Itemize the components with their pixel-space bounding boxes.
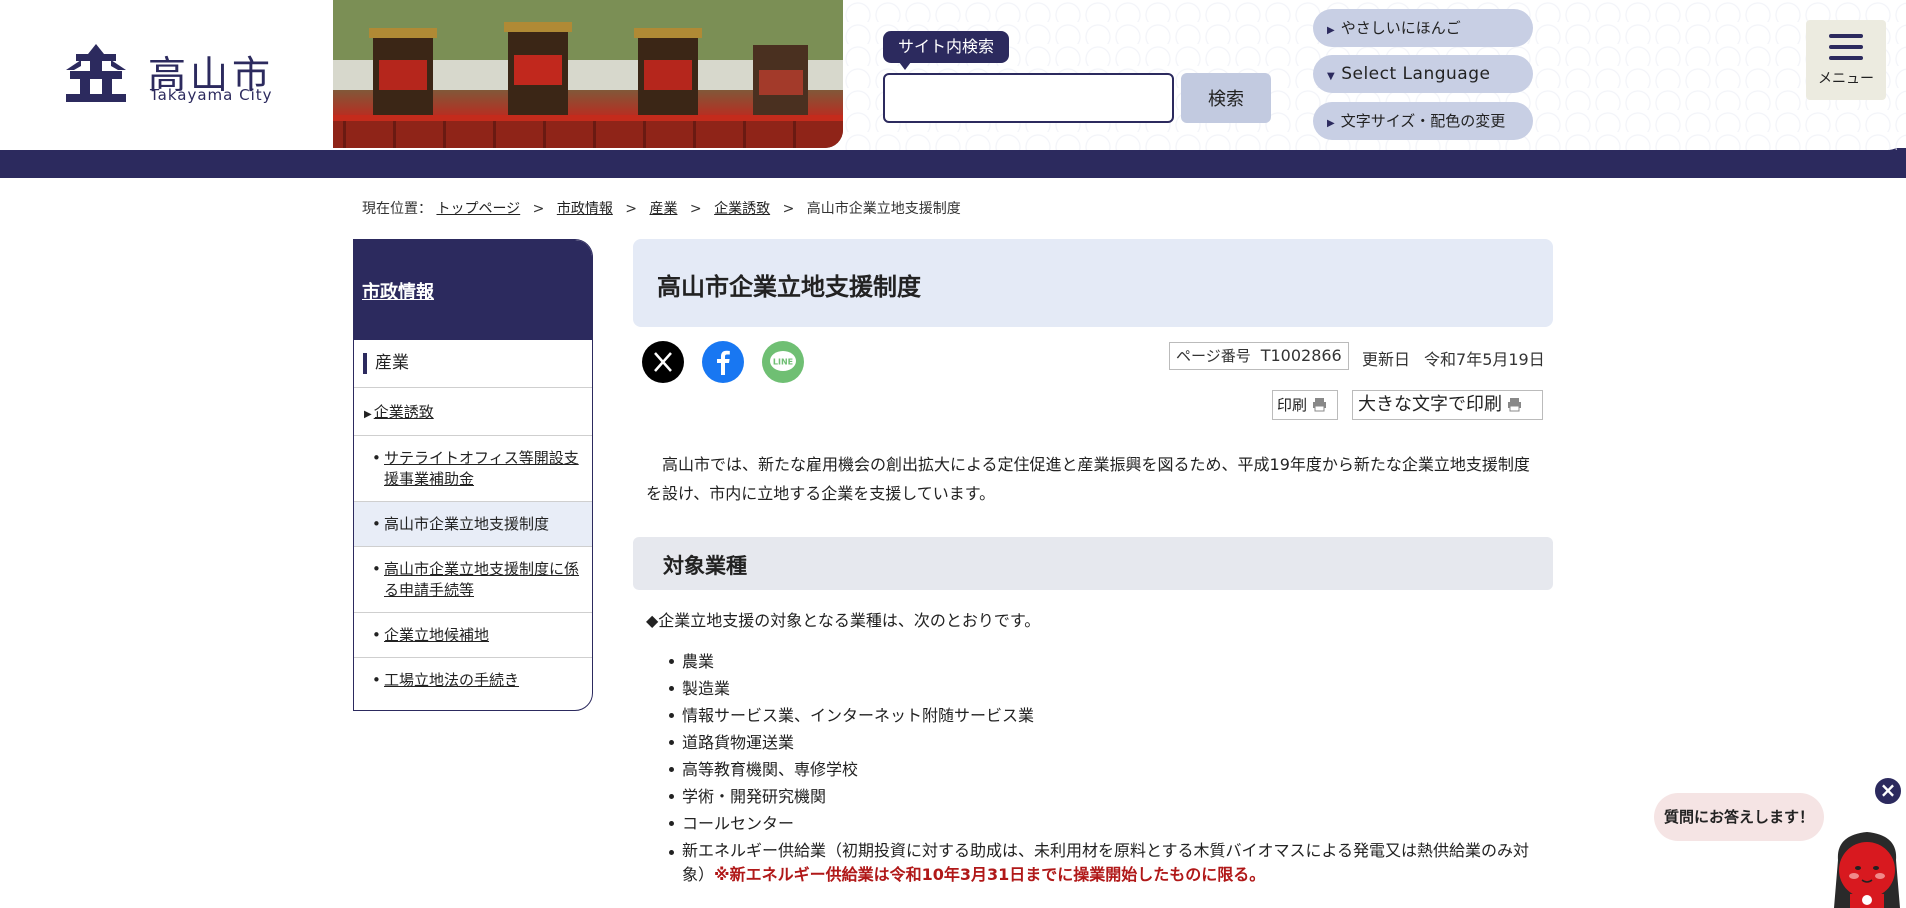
- breadcrumb-separator: >: [782, 201, 795, 217]
- font-color-settings-label: 文字サイズ・配色の変更: [1340, 112, 1506, 130]
- list-item: 学術・開発研究機関: [669, 783, 1542, 810]
- sidebar-category-label: 産業: [363, 353, 409, 374]
- breadcrumb-link-city-info[interactable]: 市政情報: [557, 201, 613, 217]
- sidebar-subcategory-link[interactable]: 企業誘致: [374, 403, 434, 421]
- menu-button[interactable]: メニュー: [1806, 20, 1886, 100]
- printer-icon: [1313, 398, 1327, 412]
- print-button[interactable]: 印刷: [1272, 390, 1338, 420]
- x-icon: [654, 352, 672, 372]
- select-language-button[interactable]: ▼ Select Language: [1313, 55, 1533, 93]
- share-facebook-button[interactable]: [702, 341, 744, 383]
- breadcrumb-link-business-attraction[interactable]: 企業誘致: [714, 201, 770, 217]
- print-large-label: 大きな文字で印刷: [1358, 394, 1502, 415]
- sidebar-item-link[interactable]: 企業立地候補地: [384, 626, 489, 644]
- breadcrumb-separator: >: [689, 201, 702, 217]
- search-label: サイト内検索: [883, 31, 1010, 70]
- share-line-button[interactable]: LINE: [762, 341, 804, 383]
- sidebar-heading: 市政情報: [354, 240, 592, 340]
- triangle-down-icon: ▼: [1327, 71, 1336, 82]
- list-lead-text: ◆企業立地支援の対象となる業種は、次のとおりです。: [646, 611, 1041, 630]
- sidebar-item-factory-law: 工場立地法の手続き: [354, 658, 592, 702]
- sidebar-item-current-label: 高山市企業立地支援制度: [384, 515, 550, 533]
- sidebar-nav: 市政情報 産業 ▶企業誘致 サテライトオフィス等開設支援事業補助金 高山市企業立…: [353, 239, 593, 711]
- triangle-right-icon: ▶: [1327, 25, 1335, 36]
- font-color-settings-button[interactable]: ▶ 文字サイズ・配色の変更: [1313, 102, 1533, 140]
- search-button[interactable]: 検索: [1181, 73, 1271, 123]
- updated-value: 令和7年5月19日: [1424, 350, 1545, 369]
- printer-icon: [1508, 398, 1521, 412]
- page-number-label: ページ番号: [1176, 347, 1251, 365]
- sidebar-item-link[interactable]: 高山市企業立地支援制度に係る申請手続等: [384, 560, 579, 599]
- list-item: 農業: [669, 648, 1542, 675]
- easy-japanese-label: やさしいにほんご: [1340, 19, 1461, 37]
- industry-list: 農業 製造業 情報サービス業、インターネット附随サービス業 道路貨物運送業 高等…: [669, 648, 1542, 887]
- print-label: 印刷: [1277, 396, 1308, 414]
- energy-note: ※新エネルギー供給業は令和10年3月31日までに操業開始したものに限る。: [714, 865, 1266, 884]
- search-input[interactable]: [883, 73, 1174, 123]
- sidebar-item-satellite-office: サテライトオフィス等開設支援事業補助金: [354, 436, 592, 502]
- menu-label: メニュー: [1818, 71, 1874, 87]
- list-item: 製造業: [669, 675, 1542, 702]
- breadcrumb-prefix: 現在位置：: [362, 201, 432, 217]
- list-item-energy: 新エネルギー供給業（初期投資に対する助成は、未利用材を原料とする木質バイオマスに…: [669, 839, 1542, 887]
- sidebar-item-link[interactable]: サテライトオフィス等開設支援事業補助金: [384, 449, 579, 488]
- breadcrumb-separator: >: [625, 201, 638, 217]
- breadcrumb-link-industry[interactable]: 産業: [649, 201, 677, 217]
- share-x-button[interactable]: [642, 341, 684, 383]
- sidebar-subcategory: ▶ 企業誘致: [354, 388, 592, 436]
- page-title-box: 高山市企業立地支援制度: [633, 239, 1553, 327]
- sidebar-item-candidate-sites: 企業立地候補地: [354, 613, 592, 658]
- hero-festival-image: [333, 0, 843, 148]
- line-icon-label: LINE: [773, 358, 793, 367]
- chatbot-mascot-icon[interactable]: [1828, 820, 1906, 908]
- list-item: 情報サービス業、インターネット附随サービス業: [669, 702, 1542, 729]
- site-logo[interactable]: 高山市 Takayama City: [66, 44, 276, 104]
- chatbot-bubble[interactable]: 質問にお答えします！: [1654, 793, 1824, 841]
- section-heading-box: 対象業種: [633, 537, 1553, 590]
- select-language-label: Select Language: [1341, 64, 1491, 84]
- triangle-right-icon: ▶: [364, 409, 372, 420]
- page-number: ページ番号 T1002866: [1169, 342, 1349, 370]
- breadcrumb-current: 高山市企業立地支援制度: [806, 201, 961, 217]
- page-number-value: T1002866: [1260, 346, 1342, 365]
- intro-paragraph: 高山市では、新たな雇用機会の創出拡大による定住促進と産業振興を図るため、平成19…: [646, 455, 1530, 503]
- list-item: 高等教育機関、専修学校: [669, 756, 1542, 783]
- breadcrumb: 現在位置： トップページ > 市政情報 > 産業 > 企業誘致 > 高山市企業立…: [362, 198, 961, 218]
- festival-floats-illustration: [333, 0, 843, 148]
- logo-name-en: Takayama City: [150, 86, 273, 104]
- updated-label: 更新日: [1362, 350, 1411, 369]
- chatbot-close-button[interactable]: ×: [1873, 776, 1903, 806]
- sidebar-category: 産業: [354, 340, 592, 388]
- sidebar-heading-link[interactable]: 市政情報: [362, 282, 434, 303]
- hamburger-icon: [1829, 34, 1863, 60]
- section-heading: 対象業種: [663, 554, 747, 578]
- print-large-button[interactable]: 大きな文字で印刷: [1352, 390, 1543, 420]
- list-item: コールセンター: [669, 810, 1542, 837]
- facebook-icon: [717, 350, 730, 375]
- page-title: 高山市企業立地支援制度: [657, 273, 921, 301]
- sidebar-item-current: 高山市企業立地支援制度: [354, 502, 592, 547]
- easy-japanese-button[interactable]: ▶ やさしいにほんご: [1313, 9, 1533, 47]
- sidebar-item-application: 高山市企業立地支援制度に係る申請手続等: [354, 547, 592, 613]
- header-pattern-band: [0, 148, 1906, 178]
- updated-date: 更新日 令和7年5月19日: [1362, 346, 1545, 370]
- breadcrumb-link-top[interactable]: トップページ: [436, 201, 520, 217]
- sidebar-item-link[interactable]: 工場立地法の手続き: [384, 671, 519, 689]
- takayama-emblem-icon: [66, 44, 126, 102]
- breadcrumb-separator: >: [532, 201, 545, 217]
- site-header: 高山市 Takayama City サイト内検索 検索 ▶ やさしいにほんご ▼…: [0, 0, 1906, 178]
- list-item: 道路貨物運送業: [669, 729, 1542, 756]
- triangle-right-icon: ▶: [1327, 118, 1335, 129]
- line-icon: LINE: [770, 351, 796, 371]
